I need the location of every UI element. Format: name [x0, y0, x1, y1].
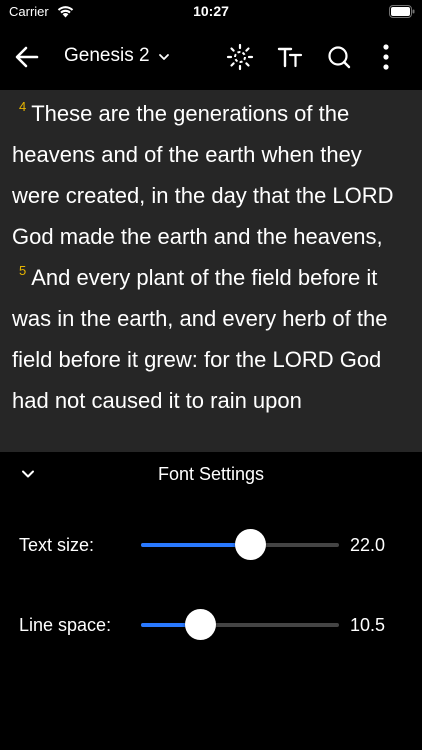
- battery-icon: [389, 5, 415, 18]
- back-icon[interactable]: [14, 44, 40, 70]
- text-size-slider[interactable]: [141, 529, 339, 560]
- top-bar: Genesis 2: [0, 24, 422, 90]
- line-space-slider[interactable]: [141, 609, 339, 640]
- line-space-value: 10.5: [350, 615, 386, 635]
- verse: 4 These are the generations of the heaven…: [0, 93, 422, 257]
- verse-text: These are the generations of the heavens…: [12, 101, 394, 249]
- slider-fill: [141, 543, 250, 547]
- font-settings-panel: Font Settings Text size: 22.0 Line space…: [0, 452, 422, 750]
- verse-text: And every plant of the field before it w…: [12, 265, 388, 413]
- verse-number: 4: [19, 99, 27, 114]
- text-size-value: 22.0: [350, 535, 386, 555]
- verse-number: 5: [19, 263, 27, 278]
- reader-content[interactable]: 4 These are the generations of the heaven…: [0, 90, 422, 452]
- verse: 5 And every plant of the field before it …: [0, 257, 422, 421]
- status-bar: Carrier 10:27: [0, 0, 422, 24]
- slider-thumb[interactable]: [185, 609, 216, 640]
- text-size-label: Text size:: [19, 535, 95, 555]
- brightness-icon[interactable]: [226, 43, 254, 71]
- slider-thumb[interactable]: [235, 529, 266, 560]
- chapter-selector[interactable]: Genesis 2: [64, 45, 150, 67]
- more-icon[interactable]: [381, 43, 391, 71]
- line-space-label: Line space:: [19, 615, 112, 635]
- chevron-down-icon[interactable]: [158, 52, 170, 62]
- panel-title: Font Settings: [157, 464, 265, 484]
- status-time: 10:27: [193, 3, 229, 19]
- search-icon[interactable]: [326, 44, 352, 70]
- font-size-icon[interactable]: [277, 44, 303, 70]
